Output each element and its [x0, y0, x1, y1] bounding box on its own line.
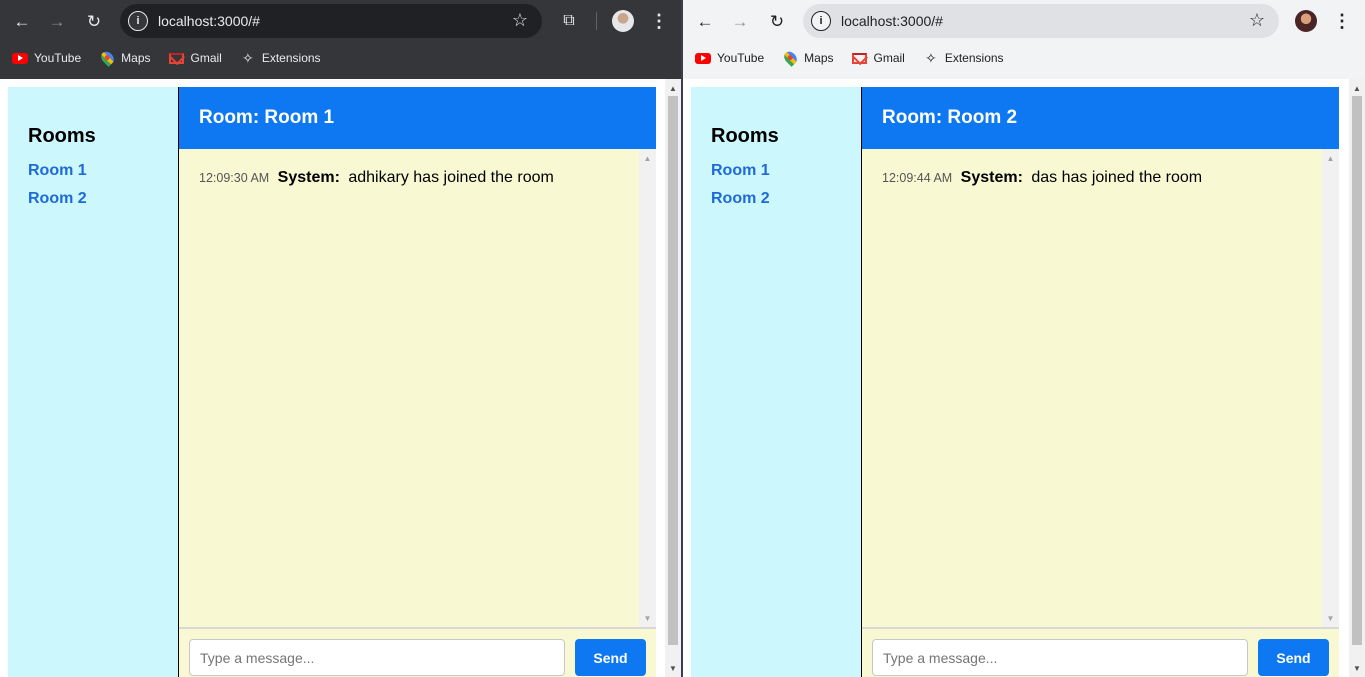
bookmark-label: Extensions: [261, 51, 321, 65]
reload-icon[interactable]: ↻: [82, 9, 106, 33]
bookmark-label: Gmail: [190, 51, 222, 65]
chat-panel: Room: Room 1 12:09:30 AM System: adhikar…: [178, 87, 656, 677]
scroll-up-arrow-icon[interactable]: ▲: [1322, 151, 1339, 165]
bookmark-youtube[interactable]: YouTube: [695, 50, 764, 66]
message-timestamp: 12:09:44 AM: [882, 171, 953, 185]
room-header: Room: Room 1: [179, 87, 656, 149]
room-link-1[interactable]: Room 1: [28, 162, 178, 180]
puzzle-icon: ✧: [924, 49, 937, 66]
bookmark-label: Maps: [121, 51, 151, 65]
page-scrollbar[interactable]: ▲ ▼: [1349, 79, 1365, 677]
address-bar[interactable]: i localhost:3000/# ☆: [120, 4, 542, 38]
room-header: Room: Room 2: [862, 87, 1339, 149]
message-composer: Type a message... Send: [862, 627, 1339, 677]
browser-toolbar: ← → ↻ i localhost:3000/# ☆ ⋮ YouTube Map…: [683, 0, 1365, 79]
profile-avatar[interactable]: [1295, 10, 1317, 32]
message-sender: System:: [960, 169, 1023, 186]
browser-window-left: ← → ↻ i localhost:3000/# ☆ ⧉ ⋮ YouTube M…: [0, 0, 681, 677]
url-text: localhost:3000/#: [841, 13, 943, 29]
page-content: Rooms Room 1 Room 2 Room: Room 1 12:09:3…: [0, 79, 681, 677]
reload-icon[interactable]: ↻: [765, 9, 789, 33]
room-link-1[interactable]: Room 1: [711, 162, 861, 180]
sidebar-title: Rooms: [711, 125, 779, 147]
back-arrow-icon[interactable]: ←: [693, 9, 717, 33]
toolbar-separator: [596, 12, 597, 30]
bookmark-label: Gmail: [873, 51, 905, 65]
gmail-icon: [852, 50, 868, 66]
rooms-sidebar: Rooms Room 1 Room 2: [8, 87, 178, 677]
message-scrollbar[interactable]: ▲ ▼: [1322, 149, 1339, 627]
sidebar-title: Rooms: [28, 125, 96, 147]
scroll-down-arrow-icon[interactable]: ▼: [665, 661, 681, 675]
maps-icon: [781, 49, 799, 67]
scroll-down-arrow-icon[interactable]: ▼: [1322, 611, 1339, 625]
menu-kebab-icon[interactable]: ⋮: [650, 9, 668, 33]
page-scrollbar[interactable]: ▲ ▼: [665, 79, 681, 677]
bookmarks-bar: YouTube Maps Gmail ✧ Extensions: [683, 46, 1365, 70]
message-input[interactable]: Type a message...: [872, 639, 1248, 676]
scroll-down-arrow-icon[interactable]: ▼: [639, 611, 656, 625]
room-link-2[interactable]: Room 2: [711, 190, 861, 208]
bookmark-extensions[interactable]: ✧ Extensions: [240, 50, 321, 66]
message-text: adhikary has joined the room: [348, 169, 554, 186]
maps-icon: [98, 49, 116, 67]
scroll-up-arrow-icon[interactable]: ▲: [1349, 81, 1365, 95]
bookmark-gmail[interactable]: Gmail: [852, 50, 905, 66]
message-list[interactable]: 12:09:30 AM System: adhikary has joined …: [179, 149, 639, 627]
scrollbar-thumb[interactable]: [1352, 96, 1362, 645]
browser-toolbar: ← → ↻ i localhost:3000/# ☆ ⧉ ⋮ YouTube M…: [0, 0, 681, 79]
rooms-sidebar: Rooms Room 1 Room 2: [691, 87, 861, 677]
scrollbar-thumb[interactable]: [668, 96, 678, 645]
address-bar[interactable]: i localhost:3000/# ☆: [803, 4, 1279, 38]
info-icon[interactable]: i: [811, 11, 831, 31]
profile-avatar[interactable]: [612, 10, 634, 32]
message-item: 12:09:44 AM System: das has joined the r…: [882, 169, 1302, 187]
url-text: localhost:3000/#: [158, 13, 260, 29]
star-icon[interactable]: ☆: [512, 10, 528, 31]
message-list[interactable]: 12:09:44 AM System: das has joined the r…: [862, 149, 1322, 627]
extensions-icon[interactable]: ⧉: [557, 9, 581, 33]
menu-kebab-icon[interactable]: ⋮: [1333, 9, 1351, 33]
room-link-2[interactable]: Room 2: [28, 190, 178, 208]
browser-window-right: ← → ↻ i localhost:3000/# ☆ ⋮ YouTube Map…: [683, 0, 1365, 677]
scroll-up-arrow-icon[interactable]: ▲: [665, 81, 681, 95]
send-button[interactable]: Send: [575, 639, 646, 676]
scroll-up-arrow-icon[interactable]: ▲: [639, 151, 656, 165]
youtube-icon: [12, 50, 28, 66]
bookmark-maps[interactable]: Maps: [98, 49, 151, 67]
bookmark-gmail[interactable]: Gmail: [169, 50, 222, 66]
info-icon[interactable]: i: [128, 11, 148, 31]
message-composer: Type a message... Send: [179, 627, 656, 677]
message-timestamp: 12:09:30 AM: [199, 171, 270, 185]
gmail-icon: [169, 50, 185, 66]
bookmark-label: Maps: [804, 51, 834, 65]
star-icon[interactable]: ☆: [1249, 10, 1265, 31]
forward-arrow-icon[interactable]: →: [45, 9, 69, 33]
bookmark-extensions[interactable]: ✧ Extensions: [923, 50, 1004, 66]
youtube-icon: [695, 50, 711, 66]
bookmarks-bar: YouTube Maps Gmail ✧ Extensions: [0, 46, 681, 70]
back-arrow-icon[interactable]: ←: [10, 9, 34, 33]
send-button[interactable]: Send: [1258, 639, 1329, 676]
puzzle-icon: ✧: [241, 49, 254, 66]
chat-panel: Room: Room 2 12:09:44 AM System: das has…: [861, 87, 1339, 677]
bookmark-label: YouTube: [717, 51, 765, 65]
message-sender: System:: [277, 169, 340, 186]
bookmark-label: YouTube: [34, 51, 82, 65]
message-scrollbar[interactable]: ▲ ▼: [639, 149, 656, 627]
bookmark-youtube[interactable]: YouTube: [12, 50, 81, 66]
bookmark-maps[interactable]: Maps: [781, 49, 834, 67]
message-text: das has joined the room: [1031, 169, 1203, 186]
page-content: Rooms Room 1 Room 2 Room: Room 2 12:09:4…: [683, 79, 1365, 677]
bookmark-label: Extensions: [944, 51, 1004, 65]
forward-arrow-icon[interactable]: →: [728, 9, 752, 33]
message-item: 12:09:30 AM System: adhikary has joined …: [199, 169, 619, 187]
message-input[interactable]: Type a message...: [189, 639, 565, 676]
scroll-down-arrow-icon[interactable]: ▼: [1349, 661, 1365, 675]
